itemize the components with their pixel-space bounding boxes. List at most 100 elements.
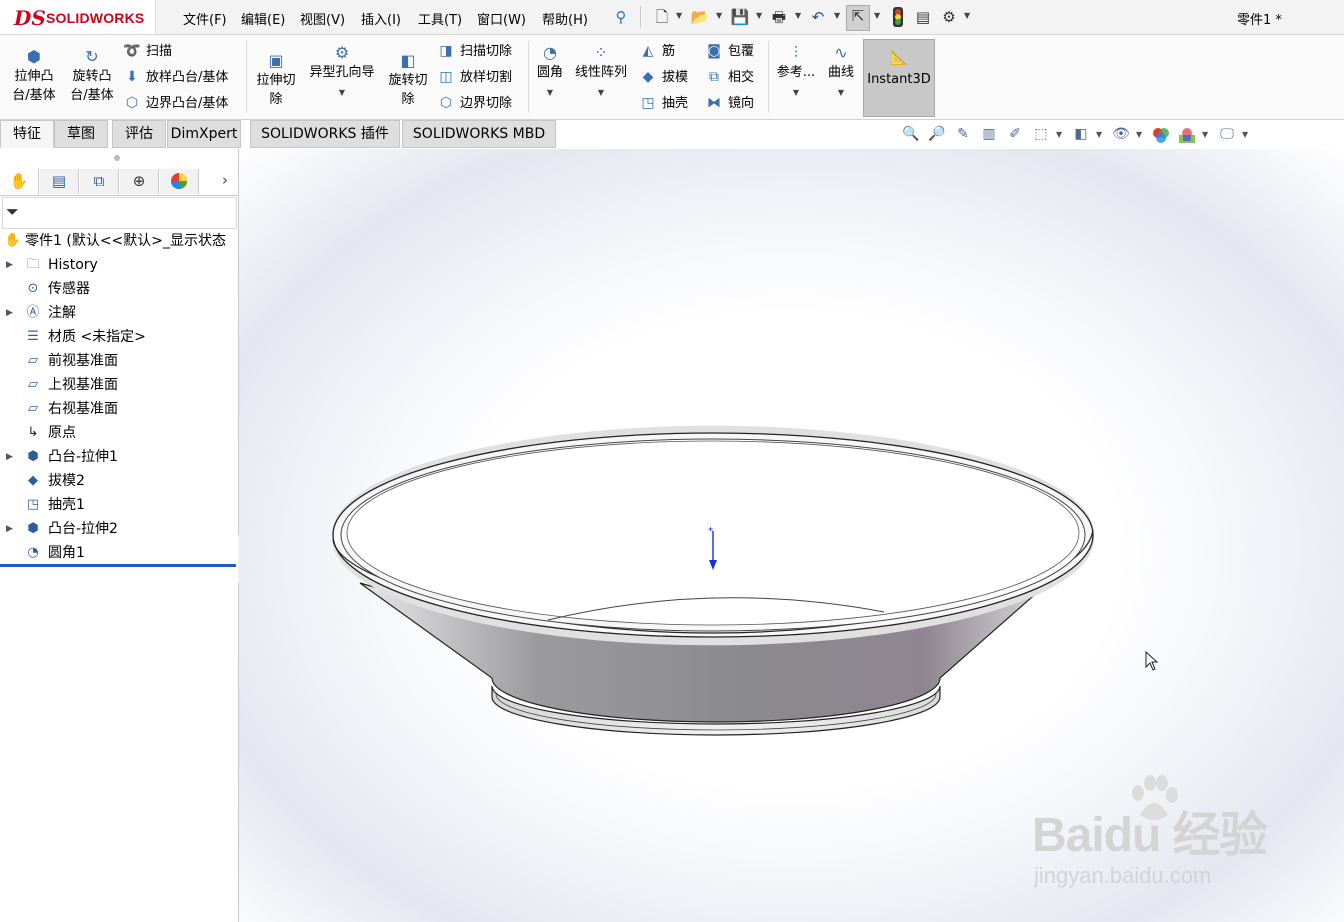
fillet-button[interactable]: ◔ 圆角 ▼ [532,43,568,102]
menu-view[interactable]: 视图(V) [300,9,345,28]
tab-sketch[interactable]: 草图 [54,120,108,148]
shell-button[interactable]: ◳ 抽壳 [638,92,688,114]
save-dropdown-arrow[interactable]: ▼ [756,11,762,20]
menu-help[interactable]: 帮助(H) [542,9,588,28]
hole-wizard-button[interactable]: ⚙ 异型孔向导 ▼ [302,43,382,102]
view-settings-dropdown-arrow[interactable]: ▼ [1242,130,1248,139]
undo-icon[interactable]: ↶ [808,7,828,27]
expand-arrow-icon[interactable]: ▶ [6,253,13,277]
tree-item-right-plane[interactable]: ▱ 右视基准面 [0,397,238,421]
new-dropdown-arrow[interactable]: ▼ [676,11,682,20]
feature-manager-icon[interactable]: ✋ [0,169,39,194]
view-orientation-icon[interactable]: ⬚ [1030,126,1052,146]
tree-item-top-plane[interactable]: ▱ 上视基准面 [0,373,238,397]
panel-grip[interactable] [114,155,120,161]
tree-item-draft2[interactable]: ◆ 拔模2 [0,469,238,493]
chevron-right-icon[interactable]: › [222,171,228,189]
tree-item-material[interactable]: ☰ 材质 <未指定> [0,325,238,349]
boundary-boss-button[interactable]: ⬡ 边界凸台/基体 [122,92,229,114]
loft-cut-button[interactable]: ◫ 放样切割 [436,66,512,88]
display-style-dropdown-arrow[interactable]: ▼ [1096,130,1102,139]
linear-pattern-button[interactable]: ⁘ 线性阵列 ▼ [570,43,632,102]
menu-insert[interactable]: 插入(I) [361,9,401,28]
loft-boss-button[interactable]: ⬇ 放样凸台/基体 [122,66,228,88]
draft-button[interactable]: ◆ 拔模 [638,66,688,88]
dynamic-annotation-icon[interactable]: ✐ [1004,126,1026,146]
print-icon[interactable]: 🖶 [769,7,789,27]
wrap-button[interactable]: ◙ 包覆 [704,40,754,62]
extrude-cut-button[interactable]: ▣ 拉伸切 除 [252,51,300,109]
rib-button[interactable]: ◭ 筋 [638,40,675,62]
fillet-dropdown-arrow[interactable]: ▼ [547,88,553,97]
rollback-bar[interactable] [0,564,236,567]
menu-tools[interactable]: 工具(T) [418,9,462,28]
linear-pattern-dropdown-arrow[interactable]: ▼ [598,88,604,97]
filter-icon[interactable]: ⏷ [6,202,19,222]
print-dropdown-arrow[interactable]: ▼ [795,11,801,20]
apply-scene-icon[interactable] [1176,126,1198,146]
menu-edit[interactable]: 编辑(E) [241,9,285,28]
reference-dropdown-arrow[interactable]: ▼ [793,88,799,97]
tab-dimxpert[interactable]: DimXpert [167,120,241,148]
reference-geometry-button[interactable]: ⫶ 参考... ▼ [774,43,818,102]
tree-item-boss-extrude2[interactable]: ▶ ⬢ 凸台-拉伸2 [0,517,238,541]
tree-item-history[interactable]: ▶ 🗀 History [0,253,238,277]
options-gear-icon[interactable]: ⚙ [939,7,959,27]
view-orientation-dropdown-arrow[interactable]: ▼ [1056,130,1062,139]
zoom-area-icon[interactable]: 🔎 [926,126,948,146]
hide-show-dropdown-arrow[interactable]: ▼ [1136,130,1142,139]
apply-scene-dropdown-arrow[interactable]: ▼ [1202,130,1208,139]
file-properties-icon[interactable]: ▤ [913,7,933,27]
display-manager-icon[interactable] [160,169,199,194]
edit-appearance-icon[interactable] [1150,126,1172,146]
dimxpert-manager-icon[interactable]: ⊕ [120,169,159,194]
tree-item-origin[interactable]: ↳ 原点 [0,421,238,445]
hole-wizard-dropdown-arrow[interactable]: ▼ [339,88,345,97]
select-icon[interactable]: ⇱ [846,5,870,31]
open-icon[interactable]: 📂 [690,7,710,27]
configuration-manager-icon[interactable]: ⧉ [80,169,119,194]
tab-solidworks-addins[interactable]: SOLIDWORKS 插件 [250,120,400,148]
expand-arrow-icon[interactable]: ▶ [6,301,13,325]
tree-item-sensors[interactable]: ⊙ 传感器 [0,277,238,301]
sweep-button[interactable]: ➰ 扫描 [122,40,172,62]
property-manager-icon[interactable]: ▤ [40,169,79,194]
tree-item-front-plane[interactable]: ▱ 前视基准面 [0,349,238,373]
previous-view-icon[interactable]: ✎ [952,126,974,146]
revolve-cut-button[interactable]: ◧ 旋转切 除 [384,51,432,109]
tree-filter[interactable]: ⏷ [2,197,237,229]
instant3d-toggle[interactable]: 📐 Instant3D [863,39,935,117]
tab-features[interactable]: 特征 [0,120,54,148]
expand-arrow-icon[interactable]: ▶ [6,445,13,469]
view-settings-icon[interactable]: 🖵 [1216,126,1238,146]
undo-dropdown-arrow[interactable]: ▼ [834,11,840,20]
curves-dropdown-arrow[interactable]: ▼ [838,88,844,97]
intersect-button[interactable]: ⧉ 相交 [704,66,754,88]
pin-icon[interactable]: ⚲ [611,7,631,27]
menu-file[interactable]: 文件(F) [183,9,227,28]
save-icon[interactable]: 💾 [730,7,750,27]
zoom-to-fit-icon[interactable]: 🔍 [900,126,922,146]
tree-root-part[interactable]: ✋ 零件1 (默认<<默认>_显示状态 [0,229,238,253]
revolve-boss-button[interactable]: ↻ 旋转凸 台/基体 [64,47,120,105]
tab-evaluate[interactable]: 评估 [112,120,166,148]
boundary-cut-button[interactable]: ⬡ 边界切除 [436,92,512,114]
new-document-icon[interactable]: 🗋 [652,7,672,27]
solidworks-logo[interactable]: DS SOLIDWORKS [0,0,156,34]
extrude-boss-button[interactable]: ⬢ 拉伸凸 台/基体 [8,47,60,105]
mirror-button[interactable]: ⧓ 镜向 [704,92,754,114]
tree-item-fillet1[interactable]: ◔ 圆角1 [0,541,238,565]
sweep-cut-button[interactable]: ◨ 扫描切除 [436,40,512,62]
tree-item-annotations[interactable]: ▶ Ⓐ 注解 [0,301,238,325]
select-dropdown-arrow[interactable]: ▼ [874,11,880,20]
open-dropdown-arrow[interactable]: ▼ [716,11,722,20]
curves-button[interactable]: ∿ 曲线 ▼ [822,43,860,102]
display-style-icon[interactable]: ◧ [1070,126,1092,146]
rebuild-traffic-light-icon[interactable] [888,7,908,27]
tab-solidworks-mbd[interactable]: SOLIDWORKS MBD [402,120,556,148]
tree-item-boss-extrude1[interactable]: ▶ ⬢ 凸台-拉伸1 [0,445,238,469]
hide-show-icon[interactable]: 👁 [1110,126,1132,146]
menu-window[interactable]: 窗口(W) [477,9,526,28]
tree-item-shell1[interactable]: ◳ 抽壳1 [0,493,238,517]
options-dropdown-arrow[interactable]: ▼ [964,11,970,20]
